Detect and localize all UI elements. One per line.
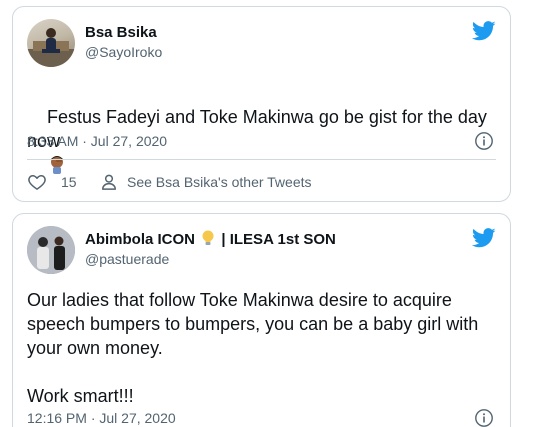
person-icon xyxy=(102,174,116,190)
light-bulb-emoji-icon xyxy=(202,230,214,245)
see-other-tweets-label: See Bsa Bsika's other Tweets xyxy=(127,174,312,190)
author-names: Abimbola ICON | ILESA 1st SON @pastuerad… xyxy=(85,230,336,268)
tweet-card[interactable]: Bsa Bsika @SayoIroko Festus Fadeyi and T… xyxy=(12,6,511,202)
avatar[interactable] xyxy=(27,19,75,67)
tweet-meta: 12:16 PM · Jul 27, 2020 xyxy=(27,408,496,427)
avatar[interactable] xyxy=(27,226,75,274)
author-display-name[interactable]: Bsa Bsika xyxy=(85,23,162,42)
info-icon[interactable] xyxy=(474,408,494,427)
author-names: Bsa Bsika @SayoIroko xyxy=(85,23,162,61)
heart-icon xyxy=(28,175,46,190)
like-count: 15 xyxy=(61,174,77,190)
author-handle[interactable]: @SayoIroko xyxy=(85,43,162,61)
tweet-meta: 8:33 AM · Jul 27, 2020 xyxy=(27,131,496,151)
see-other-tweets-link[interactable]: See Bsa Bsika's other Tweets xyxy=(99,171,312,193)
divider xyxy=(27,159,496,160)
like-button[interactable]: 15 xyxy=(27,171,77,193)
info-icon[interactable] xyxy=(474,131,494,151)
author-display-name-suffix: | ILESA 1st SON xyxy=(221,231,336,248)
author-display-name[interactable]: Abimbola ICON | ILESA 1st SON xyxy=(85,230,336,249)
twitter-bird-icon[interactable] xyxy=(472,21,496,41)
tweet-header: Bsa Bsika @SayoIroko xyxy=(27,17,496,67)
author-display-name-prefix: Abimbola ICON xyxy=(85,231,196,248)
twitter-bird-icon[interactable] xyxy=(472,228,496,248)
tweet-actions: 15 See Bsa Bsika's other Tweets xyxy=(27,171,496,193)
author-handle[interactable]: @pastuerade xyxy=(85,250,336,268)
tweet-timestamp[interactable]: 12:16 PM · Jul 27, 2020 xyxy=(27,410,176,426)
tweet-header: Abimbola ICON | ILESA 1st SON @pastuerad… xyxy=(27,224,496,274)
tweet-text: Our ladies that follow Toke Makinwa desi… xyxy=(27,290,479,406)
tweet-timestamp[interactable]: 8:33 AM · Jul 27, 2020 xyxy=(27,133,167,149)
tweet-card[interactable]: Abimbola ICON | ILESA 1st SON @pastuerad… xyxy=(12,213,511,427)
